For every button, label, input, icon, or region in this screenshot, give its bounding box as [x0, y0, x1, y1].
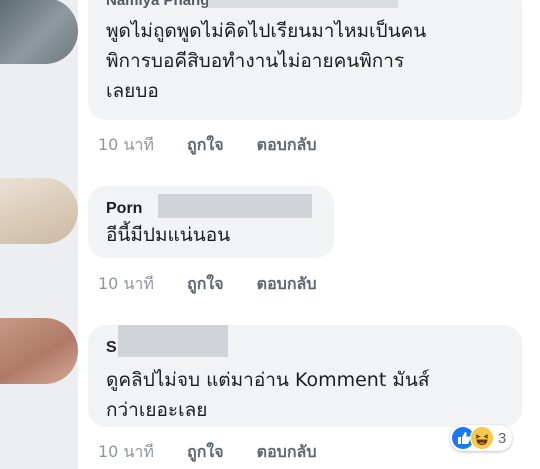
blurred-name-mask — [208, 0, 398, 8]
blurred-name-mask — [158, 194, 312, 218]
comment-actions: 10 นาที ถูกใจ ตอบกลับ — [98, 272, 344, 297]
laughing-face-icon — [475, 434, 489, 445]
comment-bubble: S ดูคลิปไม่จบ แต่มาอ่าน Komment มันส์ กว… — [88, 325, 522, 427]
comment-bubble: Porn อีนี้มีปมแน่นอน — [88, 186, 334, 258]
comment-author[interactable]: Porn — [106, 200, 142, 218]
comment-actions: 10 นาที ถูกใจ ตอบกลับ — [98, 133, 344, 158]
comments-panel: Namiya Phangsara พูดไม่ถูดพูดไม่คิดไปเรี… — [0, 0, 540, 469]
reaction-count: 3 — [498, 429, 507, 447]
haha-icon — [470, 426, 494, 450]
like-link[interactable]: ถูกใจ — [187, 135, 224, 154]
reaction-summary[interactable]: 3 — [450, 425, 513, 451]
like-link[interactable]: ถูกใจ — [187, 442, 224, 461]
reply-link[interactable]: ตอบกลับ — [257, 442, 317, 461]
comment-timestamp[interactable]: 10 นาที — [98, 274, 154, 293]
comment-bubble: Namiya Phangsara พูดไม่ถูดพูดไม่คิดไปเรี… — [88, 0, 522, 120]
comment-timestamp[interactable]: 10 นาที — [98, 442, 154, 461]
comment-text: พูดไม่ถูดพูดไม่คิดไปเรียนมาไหมเป็นคน พิก… — [106, 20, 427, 102]
comment-text: อีนี้มีปมแน่นอน — [106, 224, 231, 246]
comment-actions: 10 นาที ถูกใจ ตอบกลับ — [98, 440, 344, 465]
avatar[interactable] — [0, 0, 78, 64]
avatar[interactable] — [0, 178, 78, 244]
comment-timestamp[interactable]: 10 นาที — [98, 135, 154, 154]
comment-text: ดูคลิปไม่จบ แต่มาอ่าน Komment มันส์ กว่า… — [106, 369, 430, 421]
comment-author[interactable]: S — [106, 339, 117, 357]
like-link[interactable]: ถูกใจ — [187, 274, 224, 293]
reply-link[interactable]: ตอบกลับ — [257, 274, 317, 293]
reply-link[interactable]: ตอบกลับ — [257, 135, 317, 154]
blurred-name-mask — [118, 325, 228, 357]
avatar[interactable] — [0, 318, 78, 384]
